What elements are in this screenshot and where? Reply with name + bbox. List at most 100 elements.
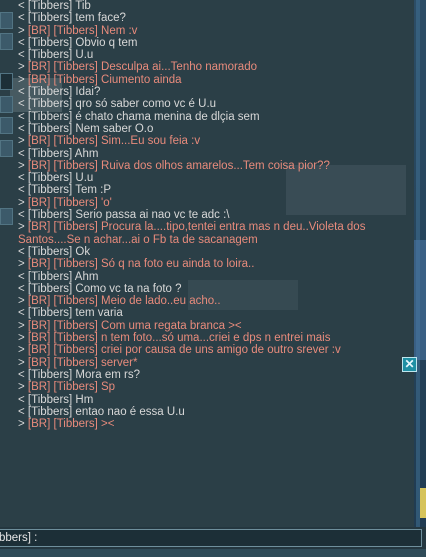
sender-name[interactable]: [Tibbers] bbox=[54, 381, 98, 393]
sender-name[interactable]: [Tibbers] bbox=[28, 86, 72, 98]
message-direction: > bbox=[18, 61, 25, 74]
message-direction: > bbox=[18, 258, 25, 271]
sender-name[interactable]: [Tibbers] bbox=[54, 332, 98, 344]
chat-line: < [Tibbers] Mora em rs? bbox=[18, 369, 414, 381]
close-icon: ✕ bbox=[404, 357, 415, 371]
message-direction: < bbox=[18, 270, 25, 283]
message-direction: > bbox=[18, 381, 25, 394]
edge-tab[interactable] bbox=[0, 96, 13, 113]
chat-log[interactable]: < [Tibbers] Tib < [Tibbers] tem face? > [B… bbox=[18, 0, 414, 527]
message-direction: > bbox=[18, 196, 25, 209]
message-direction: < bbox=[18, 110, 25, 123]
chat-line: > [BR] [Tibbers] n tem foto...só uma...c… bbox=[18, 332, 414, 344]
close-button[interactable]: ✕ bbox=[402, 357, 417, 372]
sender-name[interactable]: [Tibbers] bbox=[28, 283, 72, 295]
channel-tag: [BR] bbox=[27, 418, 51, 431]
sender-name[interactable]: [Tibbers] bbox=[28, 246, 72, 258]
chat-input-bar: bbers] : bbox=[0, 527, 426, 557]
message-direction: > bbox=[18, 295, 25, 308]
sender-name[interactable]: [Tibbers] bbox=[54, 74, 98, 86]
sender-name[interactable]: [Tibbers] bbox=[28, 369, 72, 381]
sender-name[interactable]: [Tibbers] bbox=[28, 123, 72, 135]
message-text: tem varia bbox=[72, 307, 123, 320]
chat-line: > [BR] [Tibbers] Sp bbox=[18, 381, 414, 393]
chat-line: < [Tibbers] Hm bbox=[18, 394, 414, 406]
sender-name[interactable]: [Tibbers] bbox=[28, 111, 72, 123]
channel-tag: [BR] bbox=[27, 319, 51, 332]
sender-name[interactable]: [Tibbers] bbox=[54, 221, 98, 233]
message-text: Ahm bbox=[72, 270, 99, 283]
message-direction: < bbox=[18, 36, 25, 49]
message-text: n tem foto...só uma...criei e dps n entr… bbox=[97, 332, 331, 345]
sender-name[interactable]: [Tibbers] bbox=[54, 135, 98, 147]
sender-name[interactable]: [Tibbers] bbox=[54, 25, 98, 37]
chat-line: < [Tibbers] qro só saber como vc é U.u bbox=[18, 98, 414, 110]
chat-line: > [BR] [Tibbers] >< bbox=[18, 418, 414, 430]
message-text: Mora em rs? bbox=[72, 368, 140, 381]
sender-name[interactable]: [Tibbers] bbox=[28, 209, 72, 221]
sender-name[interactable]: [Tibbers] bbox=[54, 344, 98, 356]
message-direction: < bbox=[18, 282, 25, 295]
sender-name[interactable]: [Tibbers] bbox=[28, 0, 72, 12]
sender-name[interactable]: [Tibbers] bbox=[28, 172, 72, 184]
sender-name[interactable]: [Tibbers] bbox=[54, 357, 98, 369]
message-text: U.u bbox=[72, 49, 94, 62]
sender-name[interactable]: [Tibbers] bbox=[28, 37, 72, 49]
sender-name[interactable]: [Tibbers] bbox=[28, 307, 72, 319]
message-text: Meio de lado..eu acho.. bbox=[97, 295, 221, 308]
channel-tag: [BR] bbox=[27, 159, 51, 172]
message-direction: < bbox=[18, 49, 25, 62]
sender-name[interactable]: [Tibbers] bbox=[54, 197, 98, 209]
message-text: Nem :v bbox=[97, 24, 138, 37]
sender-name[interactable]: [Tibbers] bbox=[54, 418, 98, 430]
channel-tag: [BR] bbox=[27, 73, 51, 86]
message-direction: < bbox=[18, 86, 25, 99]
message-direction: > bbox=[18, 24, 25, 37]
chat-line: > [BR] [Tibbers] Ciumento ainda bbox=[18, 74, 414, 86]
edge-tab[interactable] bbox=[0, 140, 13, 157]
sender-name[interactable]: [Tibbers] bbox=[28, 394, 72, 406]
message-text: entao nao é essa U.u bbox=[72, 405, 185, 418]
sender-name[interactable]: [Tibbers] bbox=[28, 184, 72, 196]
sender-name[interactable]: [Tibbers] bbox=[54, 258, 98, 270]
message-text: Obvio q tem bbox=[72, 36, 138, 49]
edge-tab[interactable] bbox=[0, 12, 13, 29]
message-text: Nem saber O.o bbox=[72, 122, 154, 135]
chat-line: < [Tibbers] Obvio q tem bbox=[18, 37, 414, 49]
edge-tab[interactable] bbox=[0, 117, 13, 134]
channel-tag: [BR] bbox=[27, 344, 51, 357]
sender-name[interactable]: [Tibbers] bbox=[28, 148, 72, 160]
left-edge-tabs bbox=[0, 0, 14, 557]
edge-tab[interactable] bbox=[0, 33, 13, 50]
channel-tag: [BR] bbox=[27, 221, 51, 234]
channel-tag: [BR] bbox=[27, 61, 51, 74]
sender-name[interactable]: [Tibbers] bbox=[28, 98, 72, 110]
message-direction: < bbox=[18, 184, 25, 197]
chat-line: < [Tibbers] U.u bbox=[18, 49, 414, 61]
message-direction: < bbox=[18, 147, 25, 160]
chat-line: < [Tibbers] Nem saber O.o bbox=[18, 123, 414, 135]
sender-name[interactable]: [Tibbers] bbox=[54, 320, 98, 332]
edge-tab[interactable] bbox=[0, 208, 13, 225]
sender-name[interactable]: [Tibbers] bbox=[54, 61, 98, 73]
message-direction: < bbox=[18, 12, 25, 25]
sender-name[interactable]: [Tibbers] bbox=[54, 295, 98, 307]
sender-name[interactable]: [Tibbers] bbox=[28, 406, 72, 418]
chat-line: > [BR] [Tibbers] Sim...Eu sou feia :v bbox=[18, 135, 414, 147]
chat-line: > [BR] [Tibbers] Só q na foto eu ainda t… bbox=[18, 258, 414, 270]
message-direction: > bbox=[18, 344, 25, 357]
sender-name[interactable]: [Tibbers] bbox=[28, 271, 72, 283]
chat-line: < [Tibbers] Ahm bbox=[18, 148, 414, 160]
sender-name[interactable]: [Tibbers] bbox=[54, 160, 98, 172]
chat-line: < [Tibbers] é chato chama menina de dlçi… bbox=[18, 111, 414, 123]
sender-name[interactable]: [Tibbers] bbox=[28, 49, 72, 61]
message-text: server* bbox=[97, 356, 138, 369]
chat-input[interactable]: bbers] : bbox=[0, 529, 422, 547]
message-text: 'o' bbox=[97, 196, 112, 209]
chat-line: > [BR] [Tibbers] criei por causa de uns … bbox=[18, 344, 414, 356]
sender-name[interactable]: [Tibbers] bbox=[28, 12, 72, 24]
edge-tab[interactable] bbox=[0, 73, 13, 90]
chat-line: < [Tibbers] Tib bbox=[18, 0, 414, 12]
message-text: Serio passa ai nao vc te adc :\ bbox=[72, 209, 230, 222]
chat-line: < [Tibbers] Idai? bbox=[18, 86, 414, 98]
